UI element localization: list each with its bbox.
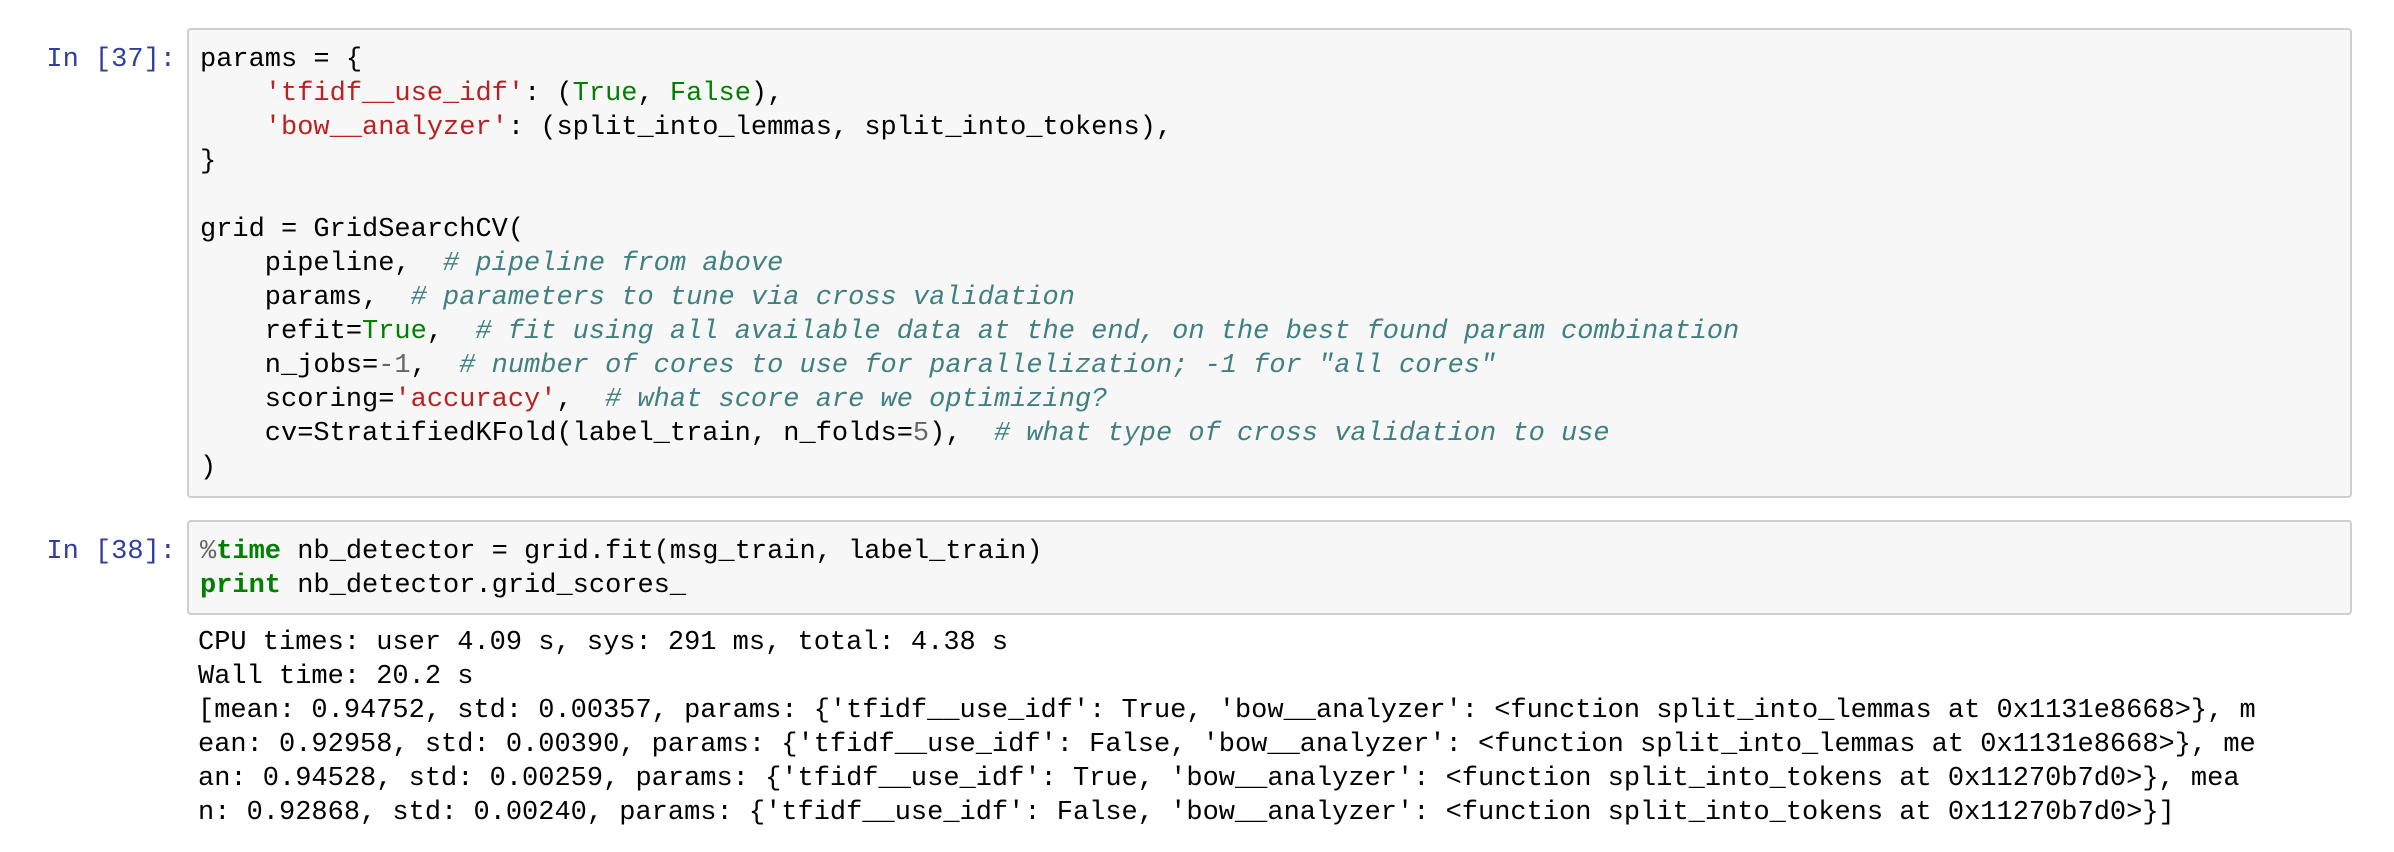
output-line: an: 0.94528, std: 0.00259, params: {'tfi… (198, 764, 2240, 794)
code-line: params = { (200, 45, 363, 75)
code-line: 'bow__analyzer': (split_into_lemmas, spl… (264, 113, 1173, 143)
code-editor[interactable]: %time nb_detector = grid.fit(msg_train, … (187, 520, 2352, 615)
code-line: grid = GridSearchCV( (200, 215, 525, 245)
code-line: scoring='accuracy', # what score are we … (200, 385, 1108, 415)
output-line: [mean: 0.94752, std: 0.00357, params: {'… (198, 696, 2256, 726)
code-text[interactable]: params = { 'tfidf__use_idf': (True, Fals… (189, 30, 2350, 485)
output-line: CPU times: user 4.09 s, sys: 291 ms, tot… (198, 628, 1009, 658)
code-line: print nb_detector.grid_scores_ (200, 571, 687, 601)
output-line: n: 0.92868, std: 0.00240, params: {'tfid… (198, 798, 2175, 828)
code-line: refit=True, # fit using all available da… (200, 317, 1740, 347)
code-line: %time nb_detector = grid.fit(msg_train, … (200, 537, 1043, 567)
input-prompt: In [38]: (46, 537, 176, 567)
code-line: } (200, 147, 217, 177)
code-line: params, # parameters to tune via cross v… (200, 283, 1075, 313)
code-line: pipeline, # pipeline from above (200, 249, 784, 279)
cell-output: CPU times: user 4.09 s, sys: 291 ms, tot… (198, 626, 2378, 830)
output-line: ean: 0.92958, std: 0.00390, params: {'tf… (198, 730, 2256, 760)
code-line: n_jobs=-1, # number of cores to use for … (200, 351, 1497, 381)
code-line: cv=StratifiedKFold(label_train, n_folds=… (200, 419, 1610, 449)
code-editor[interactable]: params = { 'tfidf__use_idf': (True, Fals… (187, 28, 2352, 498)
code-line: ) (200, 453, 217, 483)
code-text[interactable]: %time nb_detector = grid.fit(msg_train, … (189, 522, 2350, 603)
code-line: 'tfidf__use_idf': (True, False), (264, 79, 784, 109)
output-line: Wall time: 20.2 s (198, 662, 474, 692)
input-prompt: In [37]: (46, 45, 176, 75)
